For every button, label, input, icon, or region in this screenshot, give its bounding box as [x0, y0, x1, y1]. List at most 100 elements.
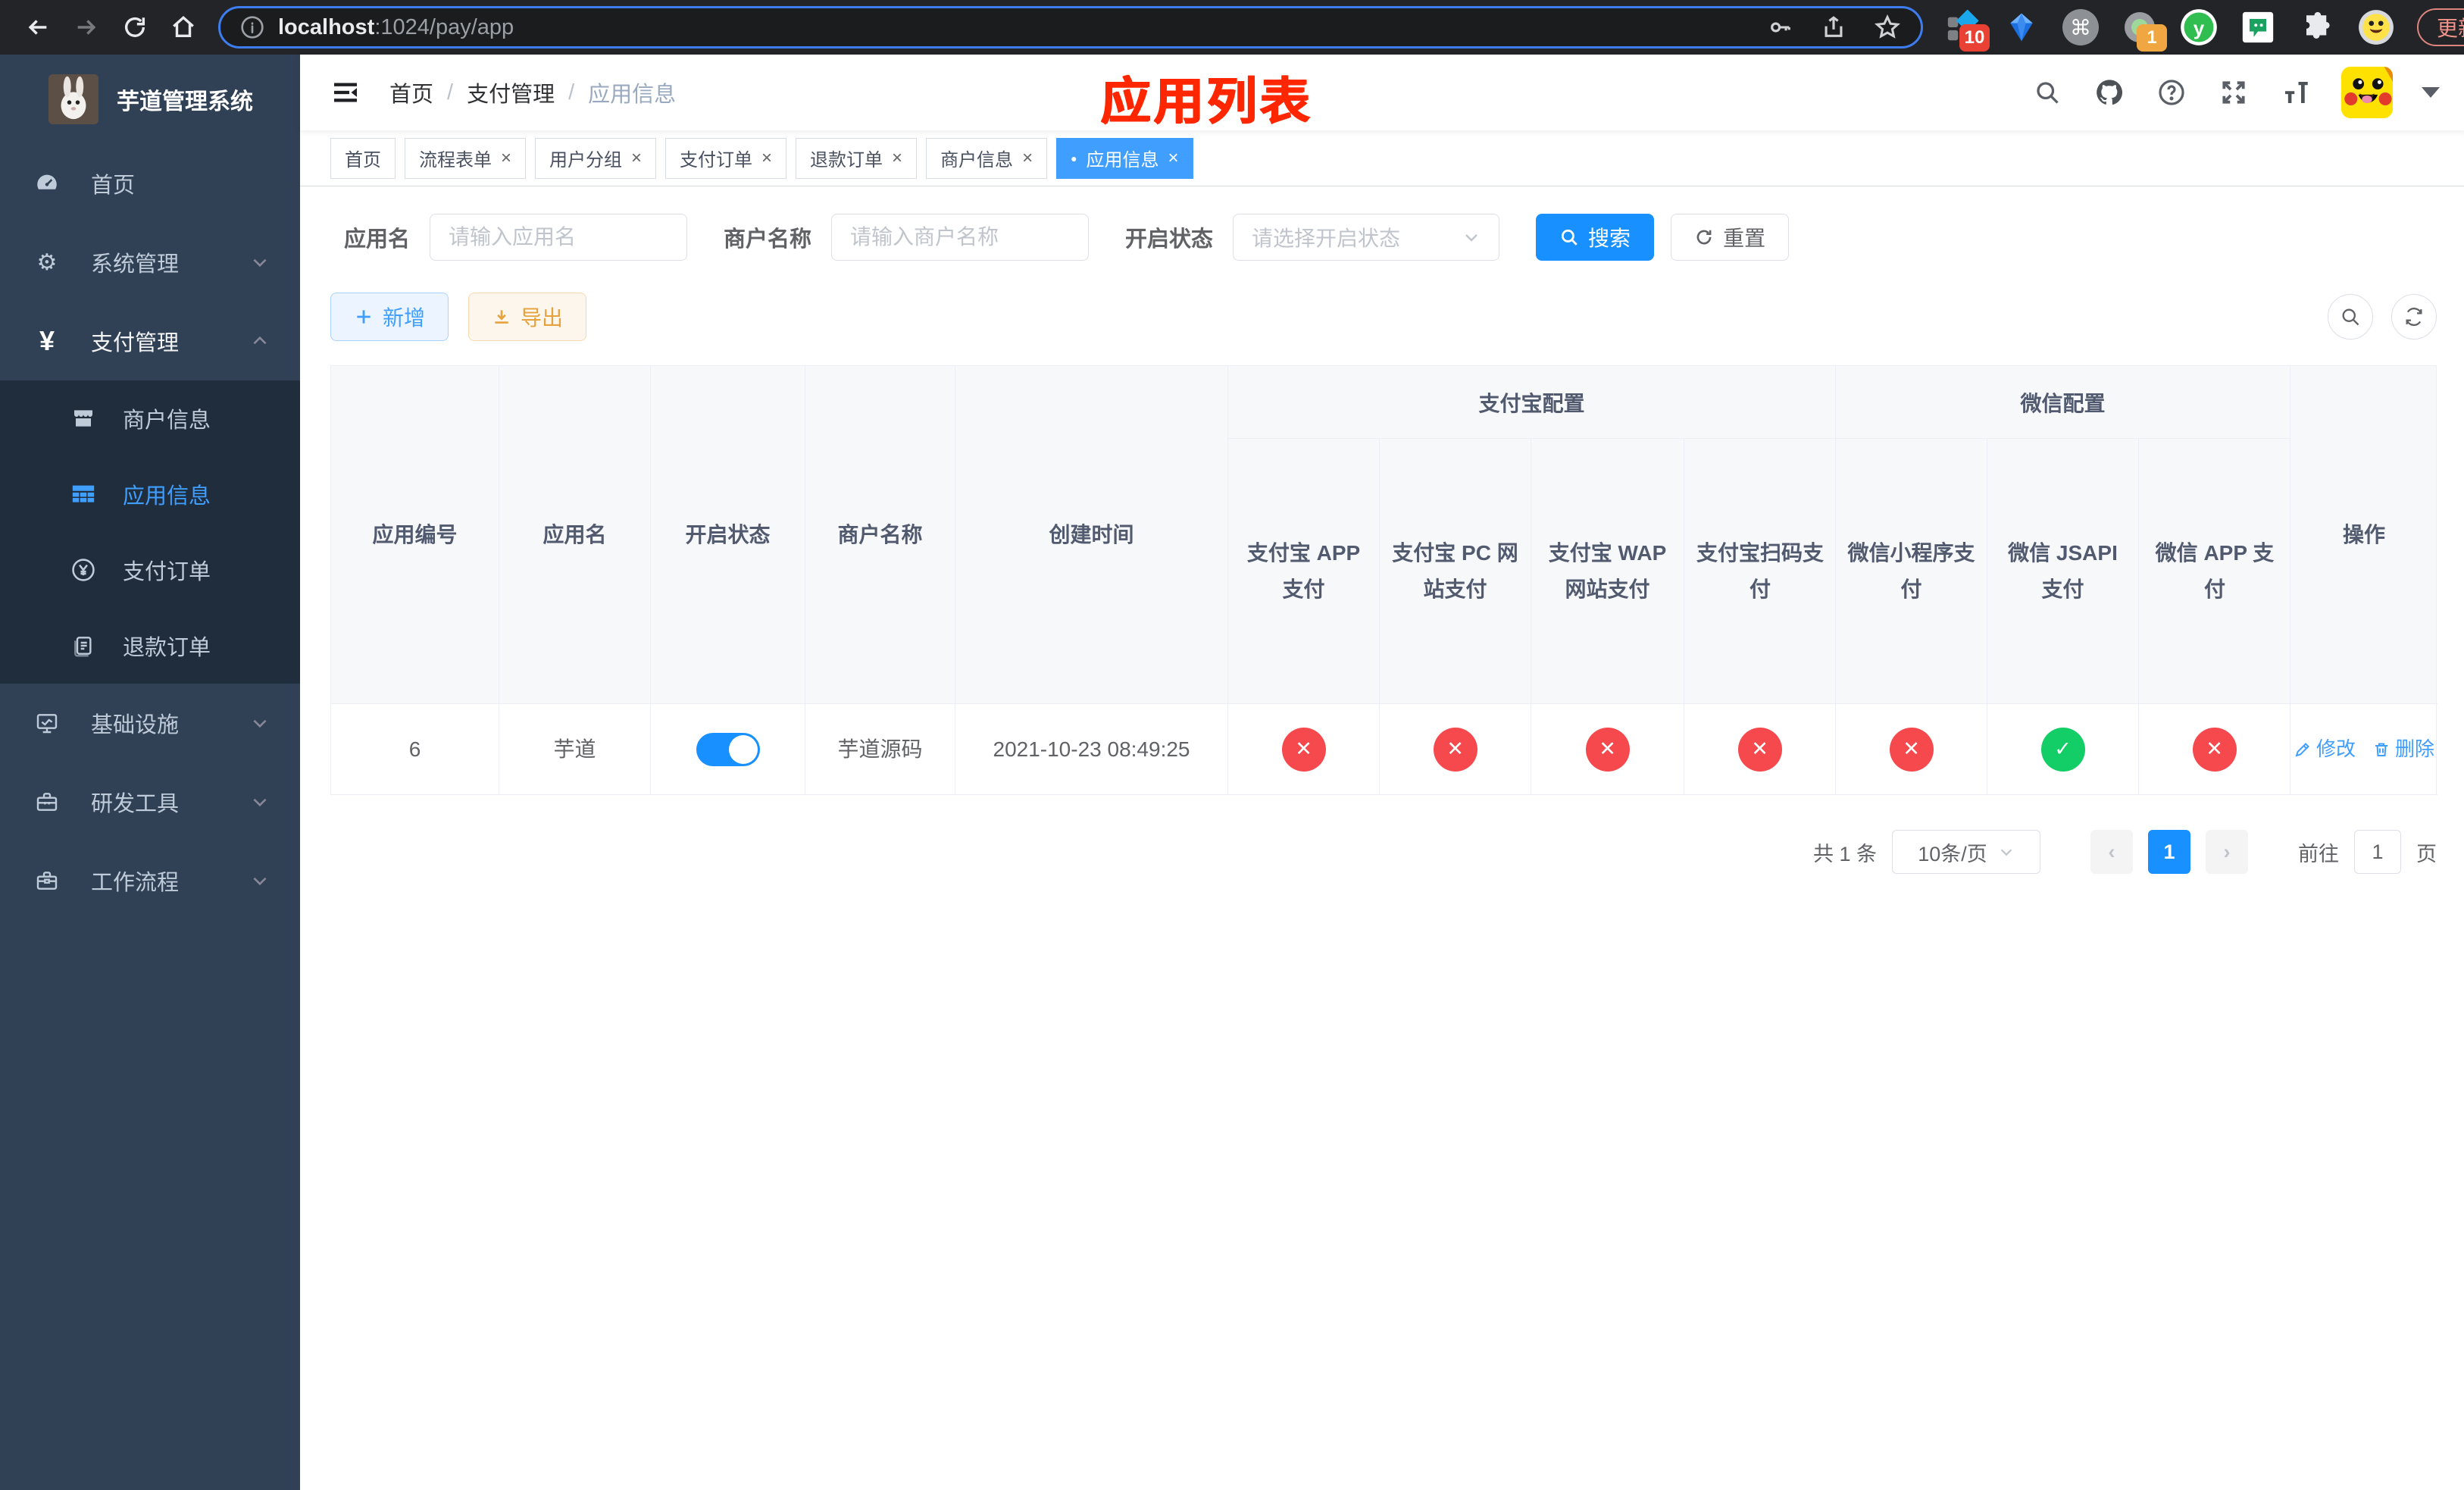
- close-icon[interactable]: ×: [501, 148, 511, 169]
- svg-text:y: y: [2194, 17, 2205, 39]
- column-header: 创建时间: [955, 366, 1228, 704]
- tab-home[interactable]: 首页: [330, 137, 396, 179]
- site-info-icon[interactable]: [240, 15, 264, 39]
- tags-view: 首页 流程表单 × 用户分组 × 支付订单 × 退款订单 × 商户信息 × ● 应用信息 ×: [300, 130, 2464, 186]
- download-icon: [495, 310, 508, 324]
- bookmark-star-icon[interactable]: [1874, 14, 1901, 41]
- search-button[interactable]: 搜索: [1536, 214, 1655, 261]
- password-key-icon[interactable]: [1768, 14, 1793, 40]
- tab-app-info[interactable]: ● 应用信息 ×: [1056, 137, 1193, 179]
- refresh-icon: [1696, 230, 1712, 245]
- plus-icon: [357, 310, 371, 324]
- sidebar-collapse-icon[interactable]: [327, 74, 364, 111]
- tab-process-form[interactable]: 流程表单 ×: [405, 137, 527, 179]
- breadcrumb-home[interactable]: 首页: [389, 77, 433, 108]
- yen-icon: ¥: [39, 325, 55, 356]
- close-icon[interactable]: ×: [761, 148, 772, 169]
- browser-home-icon[interactable]: [159, 6, 208, 49]
- add-button[interactable]: 新增: [330, 293, 449, 341]
- next-page-button[interactable]: ›: [2206, 830, 2248, 874]
- sidebar-item-label: 商户信息: [123, 408, 211, 433]
- close-icon[interactable]: ×: [1168, 148, 1179, 169]
- sidebar-logo[interactable]: 芋道管理系统: [0, 55, 300, 144]
- column-header: 应用名: [499, 366, 651, 704]
- close-icon[interactable]: ×: [1022, 148, 1033, 169]
- page-size-select[interactable]: 10条/页: [1892, 830, 2040, 874]
- page-number-1[interactable]: 1: [2148, 830, 2190, 874]
- search-icon: [2342, 308, 2359, 326]
- pagination: 共 1 条 10条/页 ‹ 1 › 前往 页: [330, 830, 2437, 874]
- show-search-button[interactable]: [2328, 294, 2373, 340]
- sidebar-item-pay-order[interactable]: 支付订单: [0, 532, 300, 608]
- sidebar-item-home[interactable]: 首页: [0, 144, 300, 223]
- tab-refund-order[interactable]: 退款订单 ×: [796, 137, 918, 179]
- tab-user-group[interactable]: 用户分组 ×: [535, 137, 657, 179]
- breadcrumb-payment[interactable]: 支付管理: [467, 77, 555, 108]
- browser-forward-icon[interactable]: [62, 6, 111, 49]
- status-cross-icon: ✕: [2192, 727, 2237, 772]
- extension-yudao-icon[interactable]: y: [2179, 8, 2219, 47]
- search-icon: [1561, 229, 1578, 246]
- cell-created: 2021-10-23 08:49:25: [955, 704, 1228, 795]
- gear-icon: ⚙: [36, 249, 58, 275]
- close-icon[interactable]: ×: [631, 148, 642, 169]
- extensions-puzzle-icon[interactable]: [2297, 8, 2337, 47]
- extension-hangouts-icon[interactable]: [2238, 8, 2278, 47]
- address-bar[interactable]: localhost:1024/pay/app: [218, 6, 1923, 49]
- prev-page-button[interactable]: ‹: [2090, 830, 2133, 874]
- browser-reload-icon[interactable]: [111, 6, 159, 49]
- extension-recorder-icon[interactable]: 1: [2120, 8, 2167, 52]
- status-label: 开启状态: [1125, 227, 1214, 252]
- url-text[interactable]: localhost:1024/pay/app: [278, 15, 1768, 40]
- browser-back-icon[interactable]: [14, 6, 62, 49]
- payment-submenu: 商户信息 应用信息 支付订单 退款订单: [0, 380, 300, 684]
- sidebar-item-merchant-info[interactable]: 商户信息: [0, 380, 300, 456]
- command-glyph: ⌘: [2070, 15, 2091, 39]
- storefront-icon: [70, 406, 97, 430]
- share-icon[interactable]: [1821, 14, 1846, 40]
- close-icon[interactable]: ×: [892, 148, 902, 169]
- extension-gem-icon[interactable]: [2002, 8, 2041, 47]
- github-icon[interactable]: [2093, 76, 2126, 109]
- font-size-icon[interactable]: [2279, 76, 2312, 109]
- extension-badge: 10: [1959, 24, 1990, 52]
- browser-toolbar: localhost:1024/pay/app 10 ⌘ 1 y 更: [0, 0, 2464, 55]
- status-select[interactable]: 请选择开启状态: [1233, 214, 1500, 261]
- dashboard-icon: [33, 171, 61, 196]
- user-avatar[interactable]: [2341, 67, 2393, 118]
- sidebar-item-payment[interactable]: ¥ 支付管理: [0, 302, 300, 380]
- reset-button[interactable]: 重置: [1671, 214, 1790, 261]
- sidebar-item-dev-tools[interactable]: 研发工具: [0, 762, 300, 841]
- sidebar-item-workflow[interactable]: 工作流程: [0, 841, 300, 920]
- sidebar-item-refund-order[interactable]: 退款订单: [0, 608, 300, 684]
- export-button[interactable]: 导出: [468, 293, 587, 341]
- merchant-name-input[interactable]: [831, 214, 1090, 261]
- apps-table: 应用编号 应用名 开启状态 商户名称 创建时间 支付宝配置 支付宝 APP 支付…: [330, 365, 2437, 795]
- fullscreen-icon[interactable]: [2217, 76, 2250, 109]
- header-search-icon[interactable]: [2031, 76, 2064, 109]
- enabled-toggle[interactable]: [696, 732, 760, 766]
- sidebar-item-infrastructure[interactable]: 基础设施: [0, 684, 300, 762]
- edit-link[interactable]: 修改: [2294, 732, 2356, 765]
- extension-sketch-icon[interactable]: 10: [1943, 8, 1990, 52]
- app-name-input[interactable]: [430, 214, 688, 261]
- breadcrumb: 首页 / 支付管理 / 应用信息: [389, 77, 676, 108]
- sidebar-item-system[interactable]: ⚙ 系统管理: [0, 223, 300, 302]
- sidebar-item-label: 支付管理: [91, 331, 180, 355]
- browser-update-button[interactable]: 更新: [2417, 8, 2464, 46]
- extension-command-icon[interactable]: ⌘: [2061, 8, 2100, 47]
- column-header: 支付宝扫码支付: [1684, 439, 1836, 704]
- sidebar-item-label: 退款订单: [123, 636, 211, 660]
- avatar-dropdown-icon[interactable]: [2422, 87, 2440, 98]
- sidebar-item-label: 系统管理: [91, 252, 180, 277]
- tab-pay-order[interactable]: 支付订单 ×: [665, 137, 787, 179]
- tab-merchant-info[interactable]: 商户信息 ×: [926, 137, 1048, 179]
- sidebar-item-app-info[interactable]: 应用信息: [0, 456, 300, 532]
- column-header: 操作: [2290, 366, 2437, 704]
- help-icon[interactable]: [2155, 76, 2188, 109]
- refresh-table-button[interactable]: [2391, 294, 2437, 340]
- goto-label: 前往: [2298, 842, 2339, 866]
- delete-link[interactable]: 删除: [2372, 732, 2434, 765]
- profile-emoji-icon[interactable]: [2356, 8, 2396, 47]
- goto-page-input[interactable]: [2354, 830, 2401, 874]
